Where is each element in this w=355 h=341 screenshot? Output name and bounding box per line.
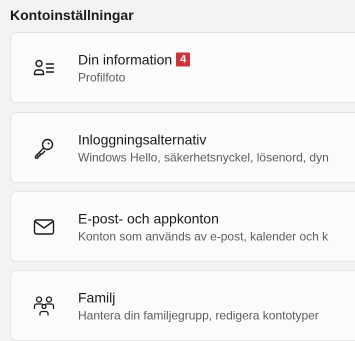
family-icon [31, 293, 57, 319]
card-subtitle: Windows Hello, säkerhetsnyckel, lösenord… [78, 150, 329, 164]
card-title: Inloggningsalternativ [78, 131, 207, 147]
card-inloggningsalternativ[interactable]: Inloggningsalternativ Windows Hello, säk… [10, 112, 355, 183]
card-epost-och-appkonton[interactable]: E-post- och appkonton Konton som används… [10, 191, 355, 262]
card-title: E-post- och appkonton [78, 210, 219, 226]
card-subtitle: Konton som används av e-post, kalender o… [78, 229, 329, 243]
card-title: Familj [78, 289, 116, 305]
card-subtitle: Profilfoto [78, 70, 126, 84]
notification-badge: 4 [176, 52, 191, 66]
card-title: Din information [78, 51, 173, 67]
key-icon [31, 135, 57, 161]
card-din-information[interactable]: Din information 4 Profilfoto [10, 32, 355, 103]
mail-icon [31, 214, 57, 240]
section-title: Kontoinställningar [10, 7, 134, 23]
person-list-icon [31, 55, 57, 81]
card-subtitle: Hantera din familjegrupp, redigera konto… [78, 308, 319, 322]
card-familj[interactable]: Familj Hantera din familjegrupp, rediger… [10, 270, 355, 341]
